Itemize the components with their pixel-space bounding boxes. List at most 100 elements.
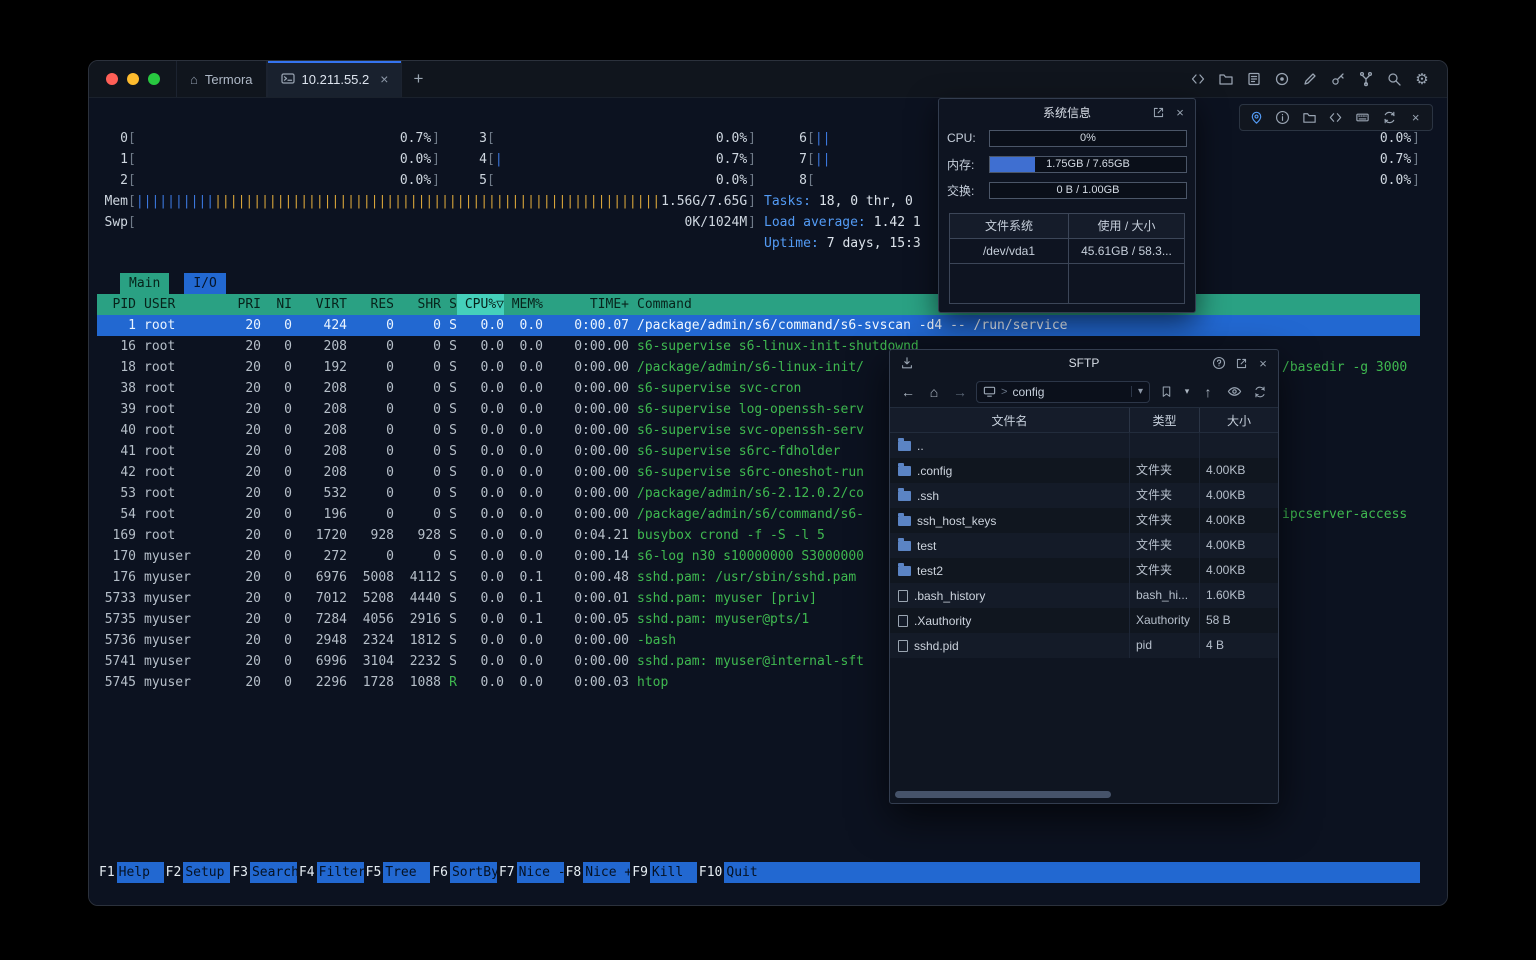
file-row[interactable]: .Xauthority Xauthority 58 B xyxy=(890,608,1278,633)
fkey-label[interactable]: Filter xyxy=(317,862,364,883)
col-user[interactable]: USER xyxy=(136,294,222,315)
open-in-window-button[interactable] xyxy=(1149,103,1167,121)
col-shr[interactable]: SHR xyxy=(394,294,441,315)
fkey-label[interactable]: Quit xyxy=(724,862,771,883)
keys-button[interactable] xyxy=(1325,66,1351,92)
zoom-window-button[interactable] xyxy=(148,73,160,85)
path-dropdown-icon[interactable]: ▾ xyxy=(1131,386,1143,397)
col-ni[interactable]: NI xyxy=(261,294,292,315)
close-sftp-button[interactable]: × xyxy=(1254,354,1272,372)
fkey-number[interactable]: F6 xyxy=(430,862,450,883)
keyboard-button[interactable] xyxy=(1352,107,1374,129)
new-tab-button[interactable]: + xyxy=(402,61,434,97)
file-row[interactable]: ssh_host_keys 文件夹 4.00KB xyxy=(890,508,1278,533)
tab-ssh-session[interactable]: 10.211.55.2 × xyxy=(267,61,403,97)
settings-button[interactable]: ⚙ xyxy=(1409,66,1435,92)
folder-button[interactable] xyxy=(1213,66,1239,92)
open-in-window-button[interactable] xyxy=(1232,354,1250,372)
file-type-icon xyxy=(898,541,911,551)
col-filesize[interactable]: 大小 xyxy=(1200,408,1278,432)
file-row[interactable]: sshd.pid pid 4 B xyxy=(890,633,1278,658)
col-filename[interactable]: 文件名 xyxy=(890,408,1130,432)
sync-button[interactable] xyxy=(1378,107,1400,129)
branch-button[interactable] xyxy=(1353,66,1379,92)
titlebar: ⌂ Termora 10.211.55.2 × + ⚙ xyxy=(89,61,1447,98)
fkey-label[interactable]: Nice - xyxy=(517,862,564,883)
col-virt[interactable]: VIRT xyxy=(292,294,347,315)
close-tab-icon[interactable]: × xyxy=(380,71,388,87)
pid-cell: 5745 xyxy=(97,672,136,693)
fkey-label[interactable]: Help xyxy=(117,862,164,883)
file-row[interactable]: test 文件夹 4.00KB xyxy=(890,533,1278,558)
fkey-number[interactable]: F7 xyxy=(497,862,517,883)
files-button[interactable] xyxy=(1298,107,1320,129)
code-button[interactable] xyxy=(1185,66,1211,92)
path-breadcrumb[interactable]: > config ▾ xyxy=(976,381,1150,403)
help-button[interactable] xyxy=(1210,354,1228,372)
col-res[interactable]: RES xyxy=(347,294,394,315)
close-panel-button[interactable]: × xyxy=(1171,103,1189,121)
log-button[interactable] xyxy=(1241,66,1267,92)
info-button[interactable] xyxy=(1272,107,1294,129)
process-row[interactable]: 1 root 20 0 424 0 0 S 0.0 0.0 0:00.07 /p… xyxy=(97,315,1420,336)
fkey-number[interactable]: F5 xyxy=(364,862,384,883)
folder-icon xyxy=(1218,71,1234,87)
refresh-button[interactable] xyxy=(1250,382,1270,402)
file-row[interactable]: .. xyxy=(890,433,1278,458)
mem-cell: 0.0 xyxy=(504,672,543,693)
close-window-button[interactable] xyxy=(106,73,118,85)
fkey-number[interactable]: F3 xyxy=(230,862,250,883)
cpu-meter-0: 0[0.7%] xyxy=(97,128,440,149)
forward-button[interactable]: → xyxy=(950,382,970,402)
col-filetype[interactable]: 类型 xyxy=(1130,408,1200,432)
bookmark-button[interactable] xyxy=(1156,382,1176,402)
file-name: test2 xyxy=(917,564,943,578)
pri-cell: 20 xyxy=(222,483,261,504)
fkey-number[interactable]: F2 xyxy=(164,862,184,883)
fkey-label[interactable]: Nice + xyxy=(583,862,630,883)
fkey-label[interactable]: Search xyxy=(250,862,297,883)
show-hidden-button[interactable] xyxy=(1224,382,1244,402)
snippets-button[interactable] xyxy=(1325,107,1347,129)
file-row[interactable]: .ssh 文件夹 4.00KB xyxy=(890,483,1278,508)
fkey-label[interactable]: Setup xyxy=(183,862,230,883)
tab-io[interactable]: I/O xyxy=(184,273,225,294)
sftp-titlebar[interactable]: SFTP × xyxy=(890,350,1278,376)
fkey-number[interactable]: F9 xyxy=(630,862,650,883)
record-button[interactable] xyxy=(1269,66,1295,92)
pin-button[interactable] xyxy=(1245,107,1267,129)
fkey-number[interactable]: F10 xyxy=(697,862,724,883)
col-cpu-sort[interactable]: CPU%▽ xyxy=(457,294,504,315)
fkey-label[interactable]: Kill xyxy=(650,862,697,883)
fkey-number[interactable]: F8 xyxy=(564,862,584,883)
col-mem[interactable]: MEM% xyxy=(504,294,543,315)
edit-button[interactable] xyxy=(1297,66,1323,92)
search-button[interactable] xyxy=(1381,66,1407,92)
current-directory: config xyxy=(1012,385,1044,399)
system-info-titlebar[interactable]: 系统信息 × xyxy=(939,99,1195,125)
tab-main[interactable]: Main xyxy=(120,273,169,294)
fkey-number[interactable]: F1 xyxy=(97,862,117,883)
home-button[interactable]: ⌂ xyxy=(924,382,944,402)
file-row[interactable]: .config 文件夹 4.00KB xyxy=(890,458,1278,483)
close-toolbar-button[interactable]: × xyxy=(1405,107,1427,129)
back-button[interactable]: ← xyxy=(898,382,918,402)
file-row[interactable]: .bash_history bash_hi... 1.60KB xyxy=(890,583,1278,608)
col-pri[interactable]: PRI xyxy=(222,294,261,315)
col-pid[interactable]: PID xyxy=(97,294,136,315)
horizontal-scrollbar[interactable] xyxy=(895,791,1111,798)
fkey-number[interactable]: F4 xyxy=(297,862,317,883)
minimize-window-button[interactable] xyxy=(127,73,139,85)
bookmark-dropdown-icon[interactable]: ▾ xyxy=(1182,382,1192,402)
file-row[interactable]: test2 文件夹 4.00KB xyxy=(890,558,1278,583)
shr-cell: 2232 xyxy=(394,651,441,672)
col-state[interactable]: S xyxy=(441,294,457,315)
memory-label: 内存: xyxy=(947,156,989,173)
fkey-label[interactable]: Tree xyxy=(383,862,430,883)
col-time[interactable]: TIME+ xyxy=(543,294,629,315)
upload-button[interactable]: ↑ xyxy=(1198,382,1218,402)
fkey-label[interactable]: SortBy xyxy=(450,862,497,883)
shr-cell: 0 xyxy=(394,315,441,336)
transfers-button[interactable] xyxy=(898,354,916,372)
tab-termora[interactable]: ⌂ Termora xyxy=(176,61,267,97)
